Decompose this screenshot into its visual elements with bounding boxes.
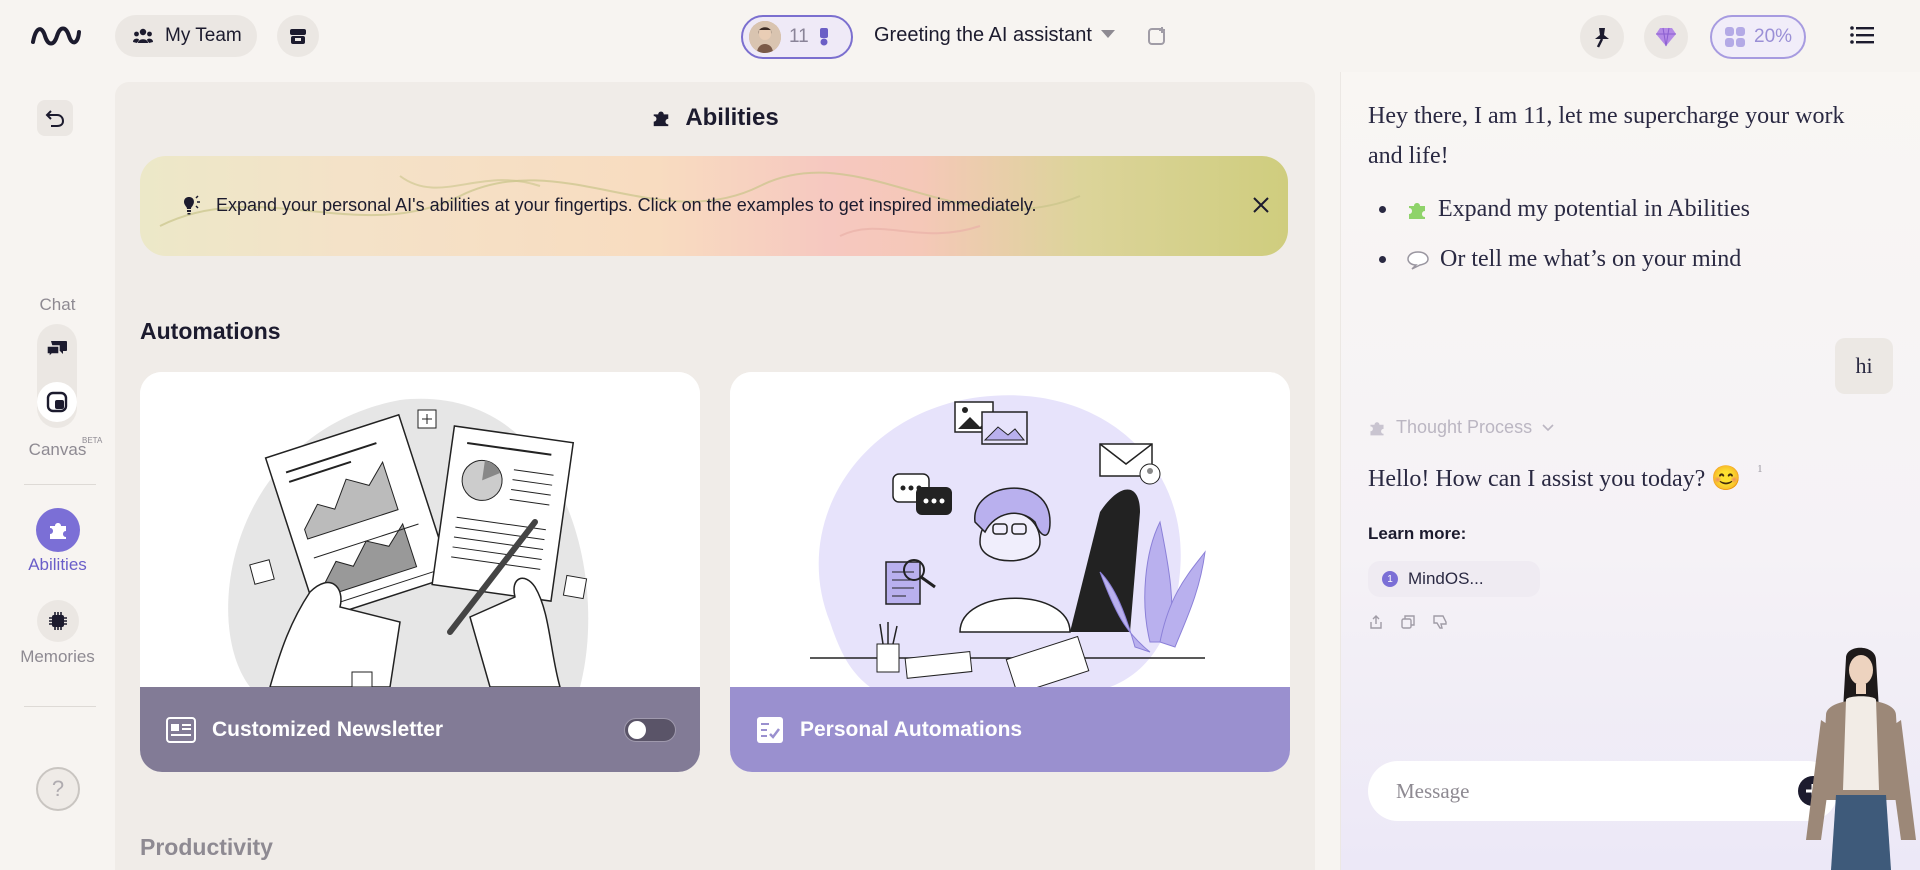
share-icon[interactable]	[1368, 614, 1384, 630]
chat-panel: Hey there, I am 11, let me supercharge y…	[1340, 72, 1920, 870]
top-bar: My Team 11 Greeting the AI assistant 20%	[0, 0, 1920, 72]
pin-button[interactable]	[1580, 15, 1624, 59]
chip-icon	[47, 610, 69, 632]
left-rail: Chat Canvas BETA Abilities Memories ?	[0, 72, 115, 870]
puzzle-icon	[47, 519, 69, 541]
source-title: MindOS...	[1408, 569, 1484, 588]
list-menu-icon[interactable]	[1850, 25, 1874, 45]
session-title[interactable]: Greeting the AI assistant	[874, 24, 1092, 47]
memories-nav-button[interactable]	[37, 600, 79, 642]
canvas-icon	[46, 391, 68, 413]
bullet-text: Or tell me what’s on your mind	[1440, 246, 1742, 272]
bullet-dot	[1379, 206, 1386, 213]
help-button[interactable]: ?	[36, 767, 80, 811]
my-team-button[interactable]: My Team	[115, 15, 257, 57]
greeting-bullet-abilities[interactable]: Expand my potential in Abilities	[1379, 196, 1750, 223]
personal-automations-card[interactable]: Personal Automations	[730, 372, 1290, 772]
thought-process-label: Thought Process	[1396, 417, 1533, 437]
grid-icon	[1724, 26, 1746, 48]
chat-mode-button[interactable]	[37, 330, 77, 370]
team-icon	[133, 27, 153, 45]
thumbs-down-icon[interactable]	[1432, 614, 1448, 630]
thought-process-toggle[interactable]: Thought Process	[1368, 417, 1554, 438]
chat-bubbles-icon	[46, 340, 68, 360]
newsletter-card-label: Customized Newsletter	[212, 717, 444, 741]
section-heading-automations: Automations	[140, 318, 281, 344]
premium-button[interactable]	[1644, 15, 1688, 59]
chevron-down-icon[interactable]	[1100, 29, 1116, 39]
lightbulb-icon	[180, 194, 202, 216]
undo-icon	[45, 109, 65, 127]
banner-text: Expand your personal AI's abilities at y…	[216, 194, 1037, 215]
learn-more-label: Learn more:	[1368, 524, 1467, 543]
automations-card-footer[interactable]: Personal Automations	[730, 687, 1290, 772]
automations-illustration	[730, 372, 1290, 687]
question-icon: ?	[51, 776, 65, 801]
persona-avatar	[749, 21, 781, 53]
canvas-mode-button[interactable]	[37, 382, 77, 422]
copy-icon[interactable]	[1400, 614, 1416, 630]
toggle-knob	[628, 721, 646, 739]
bullet-dot	[1379, 256, 1386, 263]
newsletter-card[interactable]: Customized Newsletter	[140, 372, 700, 772]
assistant-greeting: Hey there, I am 11, let me supercharge y…	[1368, 103, 1845, 169]
usage-percent: 20%	[1754, 26, 1793, 47]
message-input[interactable]	[1396, 778, 1776, 804]
greeting-bullet-mind[interactable]: Or tell me what’s on your mind	[1379, 246, 1741, 273]
beta-badge: BETA	[82, 436, 103, 445]
bullet-text: Expand my potential in Abilities	[1438, 196, 1750, 222]
chevron-down-icon	[1542, 423, 1554, 432]
puzzle-icon	[651, 108, 671, 128]
mode-switch-group	[37, 324, 77, 428]
rail-divider	[24, 484, 96, 485]
puzzle-icon	[1368, 419, 1386, 437]
undo-button[interactable]	[37, 100, 73, 136]
my-team-label: My Team	[165, 25, 242, 46]
abilities-nav-button[interactable]	[36, 508, 80, 552]
persona-number: 11	[789, 26, 809, 47]
store-button[interactable]	[277, 15, 319, 57]
mindos-logo-icon[interactable]	[30, 22, 82, 50]
page-title-row: Abilities	[115, 104, 1315, 132]
message-actions	[1368, 614, 1448, 630]
store-icon	[289, 27, 307, 45]
source-chip[interactable]: 1 MindOS...	[1368, 561, 1540, 597]
assistant-reply-text: Hello! How can I assist you today? 😊	[1368, 466, 1742, 492]
close-icon[interactable]	[1252, 196, 1270, 214]
usage-indicator[interactable]: 20%	[1710, 15, 1806, 59]
user-message-bubble: hi	[1835, 338, 1893, 394]
persona-medal-icon	[817, 27, 831, 47]
gem-icon	[1655, 27, 1677, 47]
source-number: 1	[1382, 571, 1398, 587]
automations-card-label: Personal Automations	[800, 717, 1023, 741]
puzzle-icon	[1406, 199, 1428, 221]
rail-divider	[24, 706, 96, 707]
memories-nav-label[interactable]: Memories	[0, 647, 115, 667]
pin-icon	[1592, 26, 1612, 48]
newspaper-icon	[166, 716, 196, 743]
banner-message: Expand your personal AI's abilities at y…	[180, 194, 1037, 216]
section-heading-productivity: Productivity	[140, 834, 273, 860]
message-composer[interactable]	[1368, 761, 1862, 821]
chat-label: Chat	[39, 295, 76, 314]
assistant-avatar-figure[interactable]	[1801, 640, 1920, 870]
newsletter-illustration	[140, 372, 700, 687]
newsletter-card-footer[interactable]: Customized Newsletter	[140, 687, 700, 772]
citation-marker[interactable]: 1	[1757, 463, 1763, 475]
new-session-icon[interactable]	[1147, 25, 1169, 47]
checklist-icon	[756, 716, 784, 744]
page-title: Abilities	[685, 104, 779, 131]
abilities-nav-label[interactable]: Abilities	[0, 555, 115, 575]
tip-banner: Expand your personal AI's abilities at y…	[140, 156, 1288, 256]
newsletter-toggle[interactable]	[624, 718, 676, 742]
speech-bubble-icon	[1406, 250, 1430, 270]
assistant-reply: Hello! How can I assist you today? 😊 1	[1368, 463, 1763, 493]
persona-switcher[interactable]: 11	[741, 15, 853, 59]
abilities-panel: Abilities Expand your personal AI's abil…	[115, 82, 1315, 870]
